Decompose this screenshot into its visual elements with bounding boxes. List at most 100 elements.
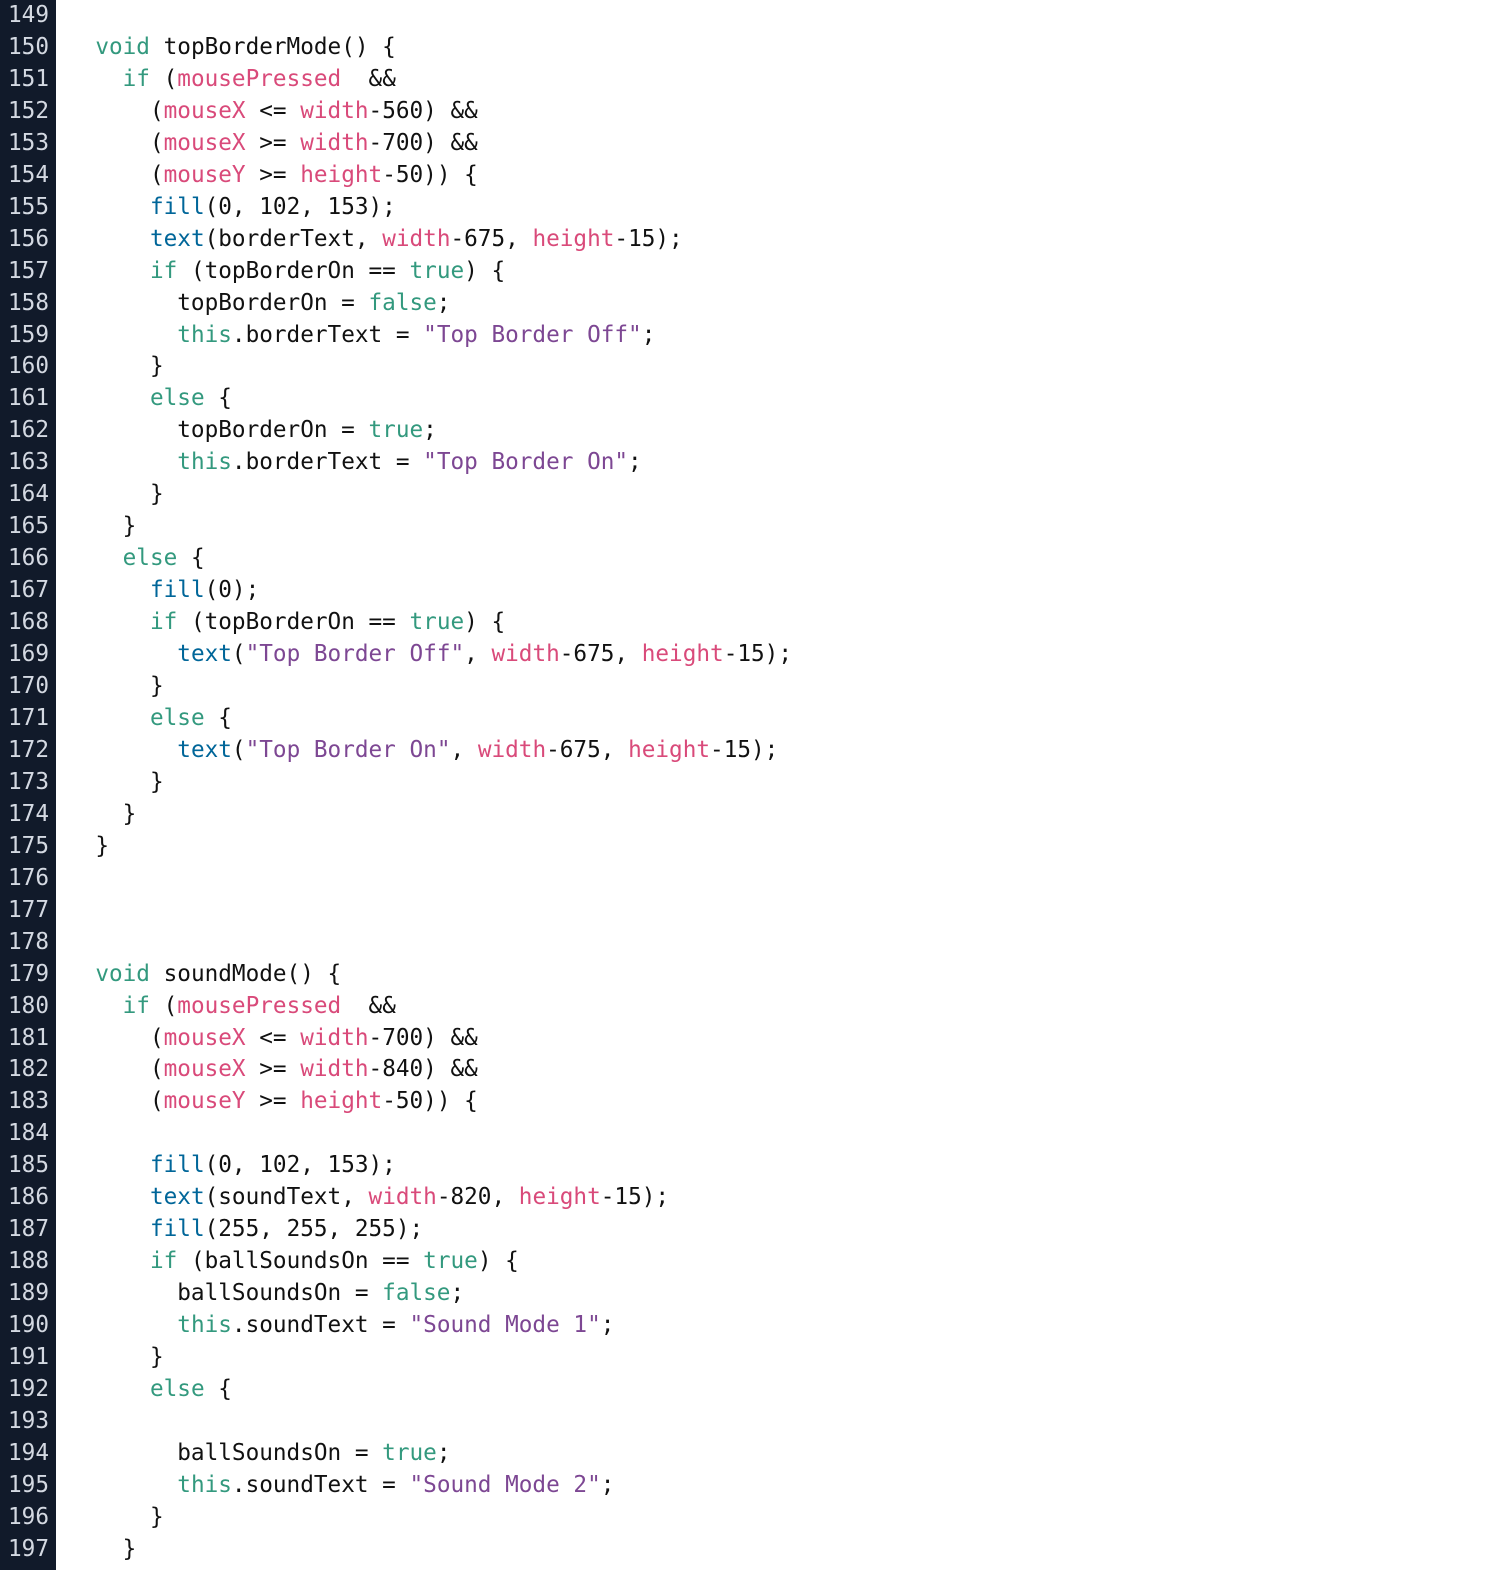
code-line[interactable]: if (mousePressed &&	[68, 991, 1498, 1023]
code-line[interactable]	[68, 895, 1498, 927]
code-line[interactable]: (mouseY >= height-50)) {	[68, 160, 1498, 192]
code-text: .borderText =	[231, 449, 424, 476]
code-text: (0, 102, 153);	[204, 1152, 396, 1179]
variable: width	[300, 1024, 369, 1051]
code-text: }	[68, 832, 109, 859]
code-area[interactable]: void topBorderMode() { if (mousePressed …	[68, 0, 1498, 1566]
line-number: 183	[8, 1088, 49, 1115]
code-text: .borderText =	[231, 321, 424, 348]
code-line[interactable]: else {	[68, 1374, 1498, 1406]
code-line[interactable]: fill(0, 102, 153);	[68, 192, 1498, 224]
code-line[interactable]: }	[68, 1342, 1498, 1374]
code-line[interactable]: text(soundText, width-820, height-15);	[68, 1182, 1498, 1214]
code-line[interactable]: if (mousePressed &&	[68, 64, 1498, 96]
code-line[interactable]: }	[68, 799, 1498, 831]
code-line[interactable]	[68, 0, 1498, 32]
variable: mouseX	[163, 1024, 246, 1051]
variable: mouseY	[163, 161, 246, 188]
code-line[interactable]: void soundMode() {	[68, 959, 1498, 991]
code-line[interactable]: text(borderText, width-675, height-15);	[68, 224, 1498, 256]
code-text: .soundText =	[231, 1312, 410, 1339]
code-line[interactable]: (mouseX <= width-560) &&	[68, 96, 1498, 128]
code-line[interactable]	[68, 863, 1498, 895]
code-line[interactable]: ballSoundsOn = true;	[68, 1438, 1498, 1470]
code-line[interactable]: }	[68, 351, 1498, 383]
code-line[interactable]: }	[68, 671, 1498, 703]
function-name: text	[177, 736, 232, 763]
code-line[interactable]: }	[68, 767, 1498, 799]
keyword: this	[177, 449, 232, 476]
variable: mouseY	[163, 1088, 246, 1115]
keyword: else	[149, 385, 205, 412]
code-line[interactable]: (mouseX >= width-700) &&	[68, 128, 1498, 160]
variable: mousePressed	[177, 65, 342, 92]
code-line[interactable]: }	[68, 1502, 1498, 1534]
code-line[interactable]: (mouseX <= width-700) &&	[68, 1023, 1498, 1055]
code-line[interactable]: this.soundText = "Sound Mode 2";	[68, 1470, 1498, 1502]
code-text: (soundText,	[204, 1184, 369, 1211]
code-text: ) {	[477, 1248, 519, 1275]
code-text: -15);	[723, 641, 792, 668]
string-literal: "Top Border On"	[423, 449, 629, 476]
function-name: text	[177, 641, 232, 668]
code-line[interactable]: else {	[68, 383, 1498, 415]
line-number: 187	[8, 1216, 49, 1243]
code-line[interactable]: }	[68, 831, 1498, 863]
code-text: <=	[245, 97, 301, 124]
code-line[interactable]: ballSoundsOn = false;	[68, 1278, 1498, 1310]
code-text: topBorderOn =	[68, 417, 369, 444]
code-line[interactable]: this.borderText = "Top Border On";	[68, 447, 1498, 479]
code-line[interactable]: }	[68, 1534, 1498, 1566]
code-text: (topBorderOn ==	[177, 609, 410, 636]
line-number: 169	[8, 641, 49, 668]
code-line[interactable]: void topBorderMode() {	[68, 32, 1498, 64]
keyword: if	[149, 257, 178, 284]
variable: width	[300, 97, 369, 124]
function-name: fill	[149, 193, 205, 220]
code-line[interactable]: this.soundText = "Sound Mode 1";	[68, 1310, 1498, 1342]
code-line[interactable]	[68, 927, 1498, 959]
code-text: {	[204, 704, 232, 731]
code-line[interactable]: fill(0, 102, 153);	[68, 1150, 1498, 1182]
code-line[interactable]: if (ballSoundsOn == true) {	[68, 1246, 1498, 1278]
line-number: 149	[8, 2, 49, 28]
code-line[interactable]: if (topBorderOn == true) {	[68, 607, 1498, 639]
line-number: 162	[8, 417, 49, 444]
code-line[interactable]: fill(0);	[68, 575, 1498, 607]
code-line[interactable]: text("Top Border On", width-675, height-…	[68, 735, 1498, 767]
code-line[interactable]: }	[68, 511, 1498, 543]
code-line[interactable]: if (topBorderOn == true) {	[68, 256, 1498, 288]
variable: mouseX	[163, 97, 246, 124]
code-line[interactable]: fill(255, 255, 255);	[68, 1214, 1498, 1246]
code-line[interactable]	[68, 1406, 1498, 1438]
line-number: 195	[8, 1471, 49, 1498]
code-text: ,	[450, 736, 478, 763]
code-text: {	[177, 545, 205, 572]
code-line[interactable]: else {	[68, 543, 1498, 575]
line-number: 159	[8, 321, 49, 348]
line-number: 156	[8, 225, 49, 252]
code-line[interactable]: (mouseY >= height-50)) {	[68, 1086, 1498, 1118]
code-line[interactable]: topBorderOn = false;	[68, 288, 1498, 320]
code-editor[interactable]: 149 150 151 152 153 154 155 156 157 158 159 160 161 1…	[0, 0, 1510, 1570]
code-line[interactable]: }	[68, 479, 1498, 511]
code-line[interactable]: (mouseX >= width-840) &&	[68, 1054, 1498, 1086]
code-line[interactable]: else {	[68, 703, 1498, 735]
line-number: 193	[8, 1407, 49, 1434]
code-line[interactable]: this.borderText = "Top Border Off";	[68, 320, 1498, 352]
line-number: 186	[8, 1184, 49, 1211]
code-line[interactable]: text("Top Border Off", width-675, height…	[68, 639, 1498, 671]
code-line[interactable]: topBorderOn = true;	[68, 415, 1498, 447]
keyword: false	[368, 289, 437, 316]
code-text: -840) &&	[368, 1056, 478, 1083]
code-line[interactable]	[68, 1118, 1498, 1150]
